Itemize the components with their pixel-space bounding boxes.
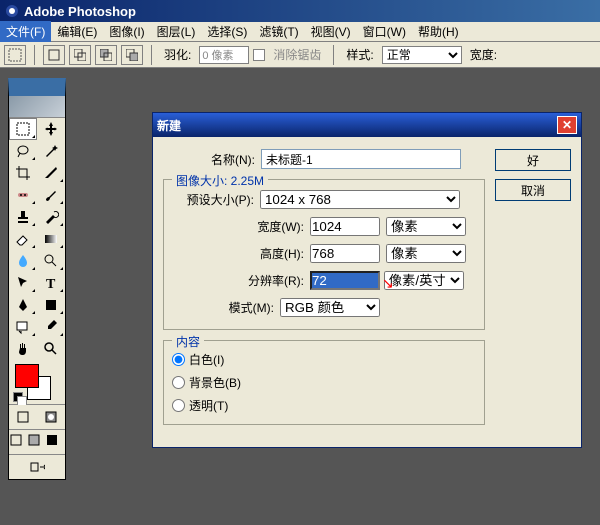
brush-tool-icon[interactable] [37, 184, 65, 206]
dialog-titlebar: 新建 ✕ [153, 113, 581, 137]
zoom-tool-icon[interactable] [37, 338, 65, 360]
antialias-label: 消除锯齿 [273, 46, 321, 63]
marquee-tool-icon[interactable] [9, 118, 37, 140]
crop-tool-icon[interactable] [9, 162, 37, 184]
image-size-legend: 图像大小: 2.25M [172, 172, 268, 189]
color-swatches [9, 360, 65, 404]
jump-to-imageready-icon[interactable] [9, 455, 65, 479]
ok-button[interactable]: 好 [495, 149, 571, 171]
app-title: Adobe Photoshop [24, 4, 136, 19]
name-input[interactable] [261, 149, 461, 169]
dodge-tool-icon[interactable] [37, 250, 65, 272]
gradient-tool-icon[interactable] [37, 228, 65, 250]
options-bar: 羽化: 消除锯齿 样式: 正常 宽度: [0, 42, 600, 68]
quickmask-mode-icon[interactable] [37, 405, 65, 429]
marquee-preset-icon[interactable] [4, 45, 26, 65]
style-select[interactable]: 正常 [382, 46, 462, 64]
arrow-annotation-icon: ↘ [382, 275, 394, 292]
path-select-icon[interactable] [9, 272, 37, 294]
height-input[interactable] [310, 244, 380, 263]
history-brush-icon[interactable] [37, 206, 65, 228]
menu-file[interactable]: 文件(F) [0, 21, 51, 42]
menu-view[interactable]: 视图(V) [305, 21, 357, 42]
toolbox: T [8, 78, 66, 480]
content-legend: 内容 [172, 333, 204, 350]
bgcolor-radio[interactable] [172, 376, 185, 389]
white-radio[interactable] [172, 353, 185, 366]
preset-select[interactable]: 1024 x 768 [260, 190, 460, 209]
separator [34, 45, 35, 65]
shape-tool-icon[interactable] [37, 294, 65, 316]
width-input[interactable] [310, 217, 380, 236]
move-tool-icon[interactable] [37, 118, 65, 140]
menubar: 文件(F) 编辑(E) 图像(I) 图层(L) 选择(S) 滤镜(T) 视图(V… [0, 22, 600, 42]
screen-standard-icon[interactable] [9, 430, 27, 454]
menu-window[interactable]: 窗口(W) [357, 21, 412, 42]
cancel-button[interactable]: 取消 [495, 179, 571, 201]
transparent-label: 透明(T) [189, 397, 228, 414]
menu-image[interactable]: 图像(I) [103, 21, 150, 42]
new-dialog: 新建 ✕ 名称(N): 图像大小: 2.25M 预设大小(P): 1024 x … [152, 112, 582, 448]
stamp-tool-icon[interactable] [9, 206, 37, 228]
tool-grid: T [9, 118, 65, 360]
image-size-group: 图像大小: 2.25M 预设大小(P): 1024 x 768 宽度(W): 像… [163, 179, 485, 330]
width-unit-select[interactable]: 像素 [386, 217, 466, 236]
menu-help[interactable]: 帮助(H) [412, 21, 465, 42]
pen-tool-icon[interactable] [9, 294, 37, 316]
close-icon[interactable]: ✕ [557, 116, 577, 134]
menu-filter[interactable]: 滤镜(T) [253, 21, 304, 42]
antialias-checkbox [253, 49, 265, 61]
width-label: 宽度(W): [172, 218, 304, 235]
transparent-radio[interactable] [172, 399, 185, 412]
mode-select[interactable]: RGB 颜色 [280, 298, 380, 317]
screen-full-icon[interactable] [45, 430, 63, 454]
bgcolor-label: 背景色(B) [189, 374, 241, 391]
eraser-tool-icon[interactable] [9, 228, 37, 250]
new-selection-icon[interactable] [43, 45, 65, 65]
standard-mode-icon[interactable] [9, 405, 37, 429]
default-colors-icon[interactable] [13, 392, 23, 402]
fg-color-swatch[interactable] [15, 364, 39, 388]
white-label: 白色(I) [189, 351, 224, 368]
resolution-unit-select[interactable]: 像素/英寸 [384, 271, 464, 290]
eyedropper-tool-icon[interactable] [37, 316, 65, 338]
feather-label: 羽化: [164, 46, 191, 63]
height-label: 高度(H): [172, 245, 304, 262]
hand-tool-icon[interactable] [9, 338, 37, 360]
svg-text:T: T [46, 277, 56, 291]
feather-input[interactable] [199, 46, 249, 64]
subtract-selection-icon[interactable] [95, 45, 117, 65]
width-label: 宽度: [470, 46, 497, 63]
dialog-title: 新建 [157, 117, 181, 134]
lasso-tool-icon[interactable] [9, 140, 37, 162]
intersect-selection-icon[interactable] [121, 45, 143, 65]
slice-tool-icon[interactable] [37, 162, 65, 184]
name-label: 名称(N): [163, 151, 255, 168]
menu-select[interactable]: 选择(S) [201, 21, 253, 42]
content-group: 内容 白色(I) 背景色(B) 透明(T) [163, 340, 485, 425]
resolution-label: 分辨率(R): [172, 272, 304, 289]
separator [151, 45, 152, 65]
titlebar: Adobe Photoshop [0, 0, 600, 22]
wand-tool-icon[interactable] [37, 140, 65, 162]
separator [333, 45, 334, 65]
preset-label: 预设大小(P): [172, 191, 254, 208]
notes-tool-icon[interactable] [9, 316, 37, 338]
screen-full-menu-icon[interactable] [27, 430, 45, 454]
blur-tool-icon[interactable] [9, 250, 37, 272]
resolution-input[interactable] [310, 271, 380, 290]
style-label: 样式: [346, 46, 373, 63]
type-tool-icon[interactable]: T [37, 272, 65, 294]
app-icon [4, 3, 20, 19]
menu-layer[interactable]: 图层(L) [151, 21, 202, 42]
toolbox-header [9, 96, 65, 118]
add-selection-icon[interactable] [69, 45, 91, 65]
menu-edit[interactable]: 编辑(E) [51, 21, 103, 42]
mode-label: 模式(M): [172, 299, 274, 316]
height-unit-select[interactable]: 像素 [386, 244, 466, 263]
heal-tool-icon[interactable] [9, 184, 37, 206]
